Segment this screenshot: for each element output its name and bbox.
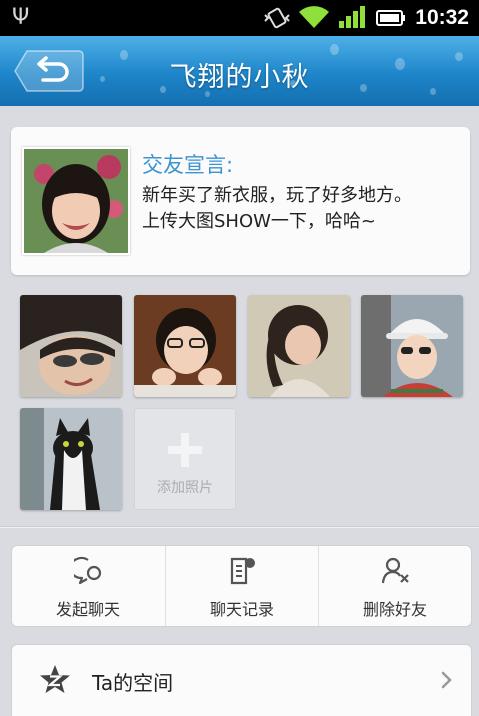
divider (0, 527, 479, 528)
space-row[interactable]: Ta的空间 (11, 644, 472, 716)
page-title: 飞翔的小秋 (169, 62, 310, 93)
delete-friend-label: 删除好友 (362, 600, 427, 619)
chat-bubble-icon (74, 556, 102, 585)
wifi-icon (299, 6, 329, 28)
chat-record-label: 聊天记录 (209, 600, 274, 619)
profile-card: 交友宣言: 新年买了新衣服，玩了好多地方。 上传大图SHOW一下，哈哈~ (11, 127, 470, 275)
start-chat-label: 发起聊天 (55, 600, 120, 619)
photo-thumbnail[interactable] (361, 295, 463, 397)
signal-icon (339, 6, 365, 28)
declaration-text: 新年买了新衣服，玩了好多地方。 上传大图SHOW一下，哈哈~ (142, 183, 462, 235)
declaration-label: 交友宣言: (142, 153, 234, 177)
avatar[interactable] (22, 147, 130, 255)
declaration-line-2: 上传大图SHOW一下，哈哈~ (142, 211, 377, 232)
photo-thumbnail[interactable] (248, 295, 350, 397)
add-photo-button[interactable]: 添加照片 (134, 408, 236, 510)
declaration-line-1: 新年买了新衣服，玩了好多地方。 (142, 185, 412, 206)
action-bar: 发起聊天 聊天记录 删除好友 (11, 545, 472, 627)
add-photo-label: 添加照片 (157, 480, 213, 496)
chat-record-icon (230, 557, 255, 585)
star-z-icon (40, 665, 70, 693)
usb-icon: Ψ (12, 5, 30, 30)
delete-friend-button[interactable]: 删除好友 (319, 546, 471, 626)
clock-time: 10:32 (415, 6, 469, 29)
chat-record-button[interactable]: 聊天记录 (166, 546, 318, 626)
battery-icon (376, 10, 405, 26)
vibrate-icon (264, 7, 290, 29)
photo-thumbnail[interactable] (20, 295, 122, 397)
space-label: Ta的空间 (92, 671, 174, 695)
photo-thumbnail[interactable] (20, 408, 122, 510)
chevron-right-icon (441, 671, 452, 689)
photo-thumbnail[interactable] (134, 295, 236, 397)
status-bar: Ψ 10:32 (0, 0, 479, 36)
title-bar: 飞翔的小秋 (0, 36, 479, 106)
delete-friend-icon (381, 557, 409, 584)
start-chat-button[interactable]: 发起聊天 (12, 546, 164, 626)
